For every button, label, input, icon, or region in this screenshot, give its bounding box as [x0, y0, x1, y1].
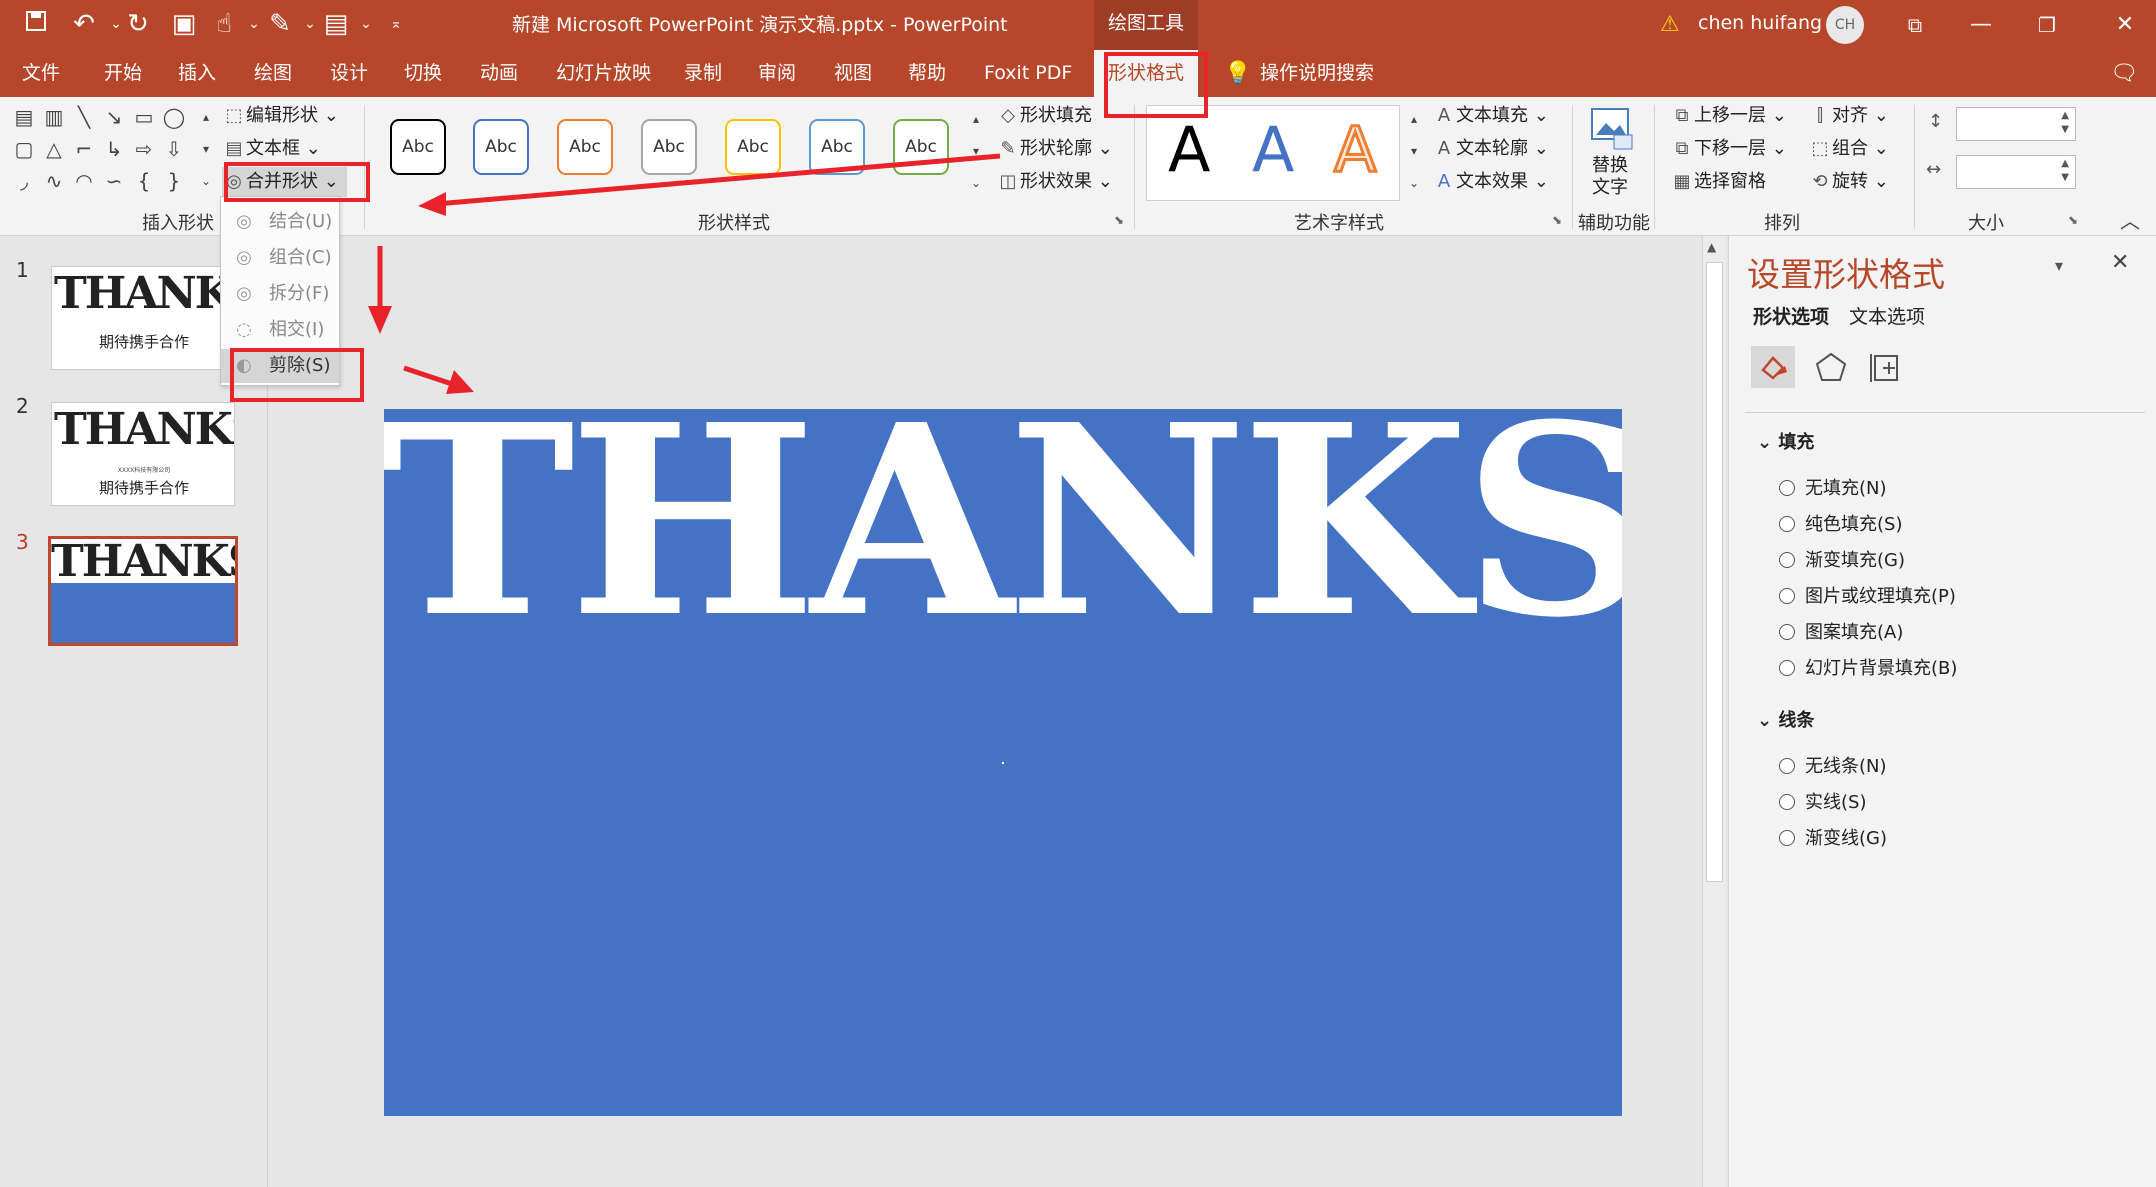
arrow-head: [368, 306, 392, 334]
arrow-to-merge-shapes: [435, 153, 1001, 207]
arrow-head: [446, 370, 474, 394]
annotation-arrows: [368, 153, 1001, 394]
arrow-to-slide: [403, 365, 453, 387]
arrow-head: [418, 192, 446, 216]
